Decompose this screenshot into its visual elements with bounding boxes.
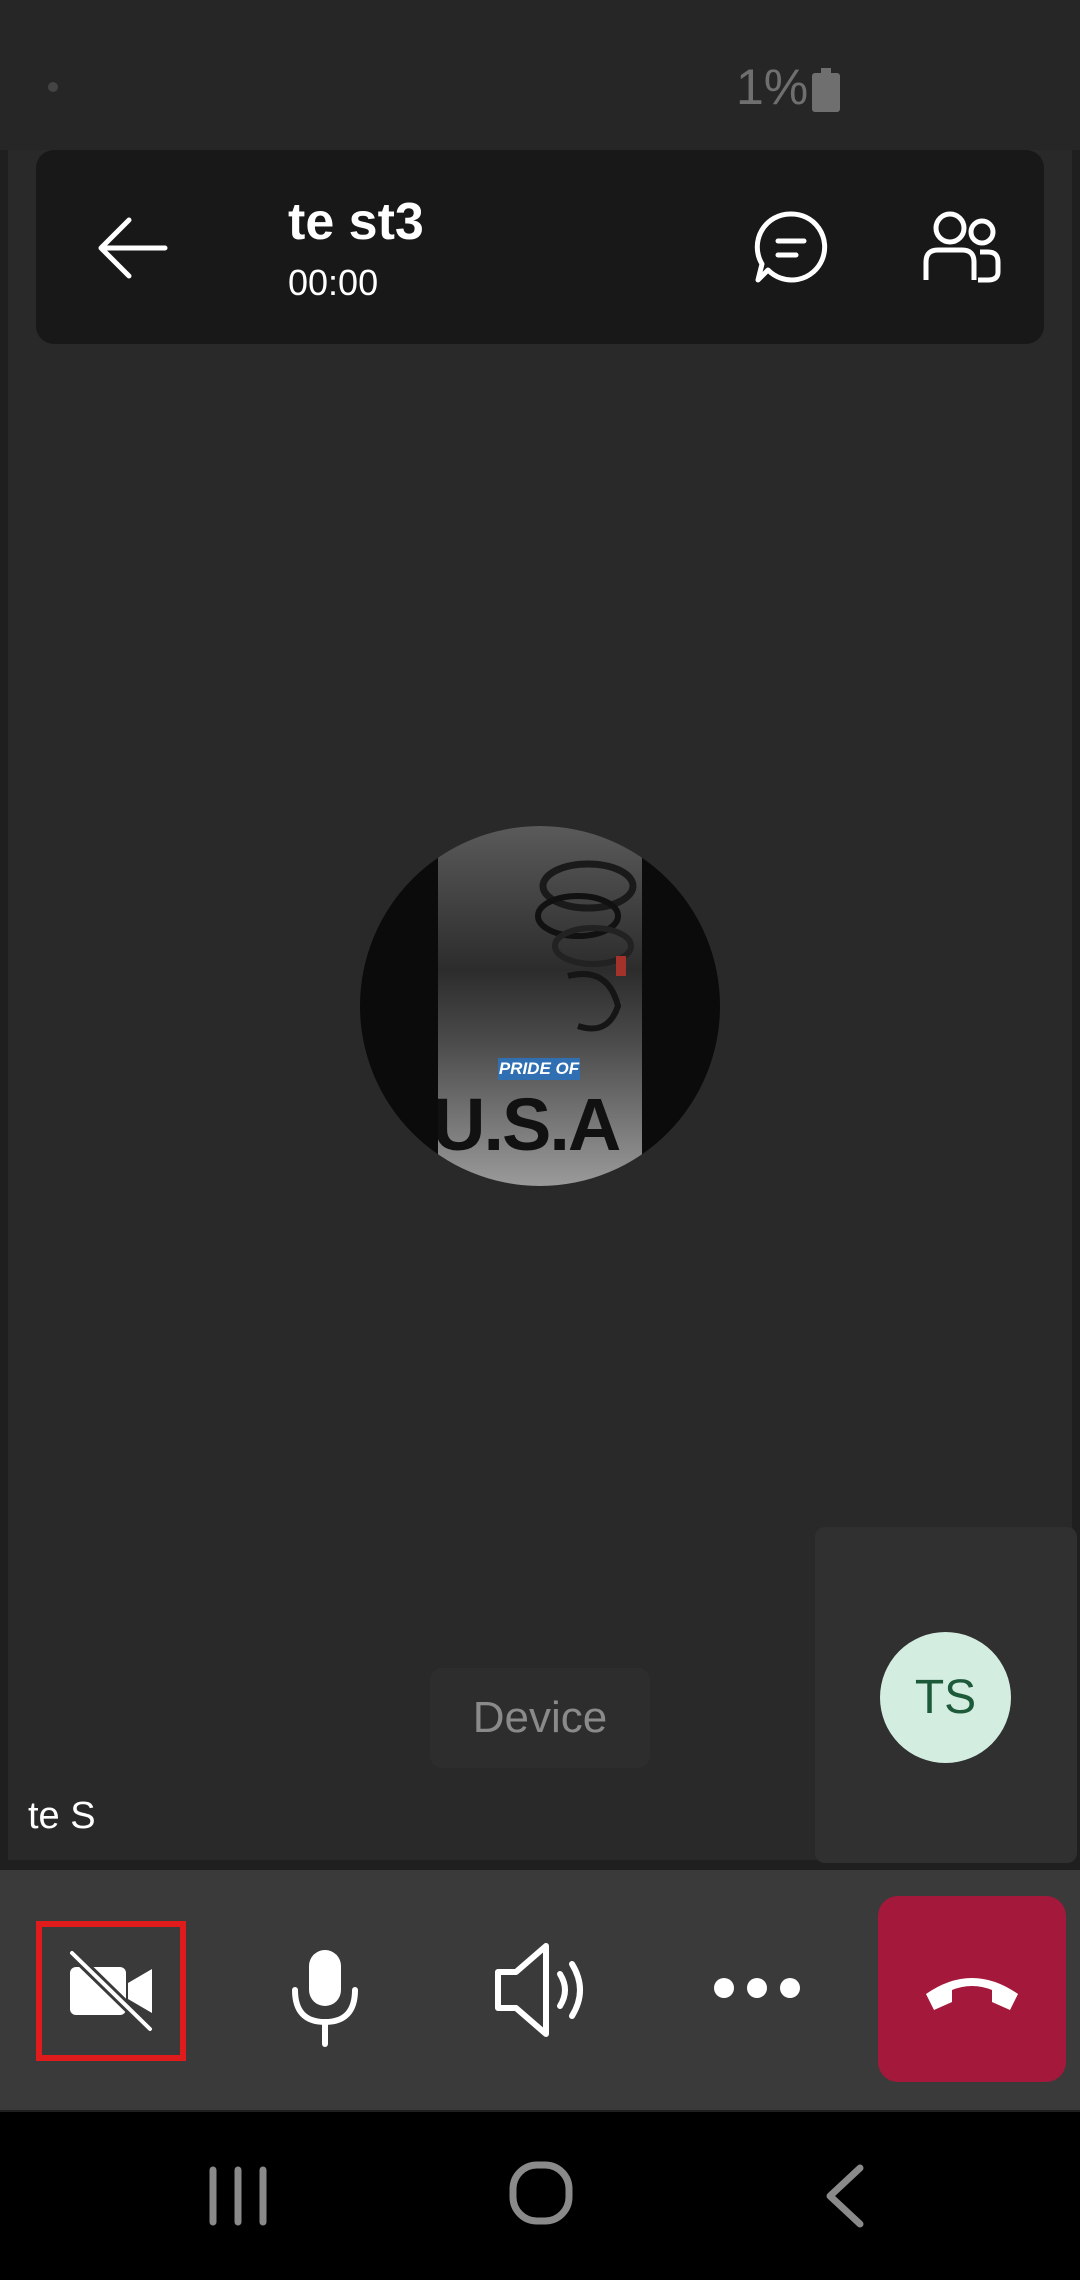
recent-apps-icon[interactable]	[205, 2166, 271, 2226]
back-icon[interactable]	[820, 2164, 870, 2228]
participant-name: te S	[28, 1795, 96, 1837]
notification-dot	[48, 82, 58, 92]
hang-up-icon	[926, 1978, 1018, 2010]
battery-percentage: 1%	[736, 59, 809, 115]
home-icon[interactable]	[508, 2160, 574, 2226]
self-avatar: TS	[880, 1632, 1011, 1763]
end-call-button[interactable]	[878, 1896, 1066, 2082]
call-title: te st3	[288, 193, 424, 251]
people-icon[interactable]	[920, 208, 1002, 286]
photo-main-text: U.S.A	[438, 1083, 621, 1166]
avatar-photo: PRIDE OF U.S.A	[438, 826, 642, 1186]
arrow-left-icon[interactable]	[95, 210, 171, 286]
speaker-icon[interactable]	[492, 1920, 592, 2060]
call-header	[36, 150, 1044, 344]
chat-icon[interactable]	[752, 208, 830, 286]
device-label: Device	[430, 1668, 650, 1768]
microphone-icon[interactable]	[285, 1920, 365, 2060]
participant-avatar: PRIDE OF U.S.A	[360, 826, 720, 1186]
video-off-icon	[67, 1949, 155, 2033]
more-icon[interactable]	[712, 1958, 802, 2018]
battery-icon	[812, 68, 840, 112]
photo-tag-text: PRIDE OF	[498, 1058, 580, 1080]
photo-cables	[535, 860, 637, 1032]
video-toggle-button[interactable]	[36, 1921, 186, 2061]
status-bar: 1%	[0, 0, 1080, 150]
call-timer: 00:00	[288, 262, 379, 303]
